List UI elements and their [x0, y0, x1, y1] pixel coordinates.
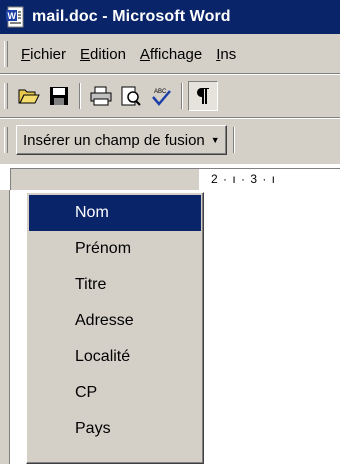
toolbar-grip[interactable] — [4, 83, 8, 109]
vertical-ruler — [0, 190, 10, 464]
menubar-grip[interactable] — [4, 41, 8, 67]
menu-fichier[interactable]: Fichier — [14, 46, 73, 63]
menu-affichage[interactable]: Affichage — [133, 46, 209, 63]
window-title: mail.doc - Microsoft Word — [32, 8, 231, 25]
horizontal-ruler[interactable]: 2 · ı · 3 · ı — [10, 168, 340, 190]
merge-field-localite[interactable]: Localité — [29, 339, 201, 375]
show-hide-paragraph-icon — [196, 88, 209, 104]
merge-field-dropdown: Nom Prénom Titre Adresse Localité CP Pay… — [26, 192, 204, 464]
toolbar-separator — [232, 127, 235, 153]
spelling-icon: ABC — [152, 89, 171, 106]
menu-bar: Fichier Edition Affichage Ins — [0, 36, 340, 72]
merge-field-titre[interactable]: Titre — [29, 267, 201, 303]
toolbar-separator — [79, 83, 81, 109]
merge-field-nom[interactable]: Nom — [29, 195, 201, 231]
ruler-ticks: 2 · ı · 3 · ı — [211, 172, 277, 186]
merge-field-pays[interactable]: Pays — [29, 411, 201, 447]
toolbar-grip[interactable] — [4, 127, 8, 153]
svg-text:W: W — [8, 11, 17, 21]
save-button[interactable] — [44, 81, 74, 111]
show-hide-paragraph-button[interactable] — [188, 81, 218, 111]
toolbar-separator — [181, 83, 183, 109]
print-preview-icon — [121, 86, 141, 106]
spelling-button[interactable]: ABC — [146, 81, 176, 111]
divider — [0, 73, 340, 75]
print-button[interactable] — [86, 81, 116, 111]
word-doc-icon: W — [6, 6, 24, 28]
merge-field-prenom[interactable]: Prénom — [29, 231, 201, 267]
divider — [0, 117, 340, 119]
insert-merge-field-label: Insérer un champ de fusion — [23, 131, 205, 149]
standard-toolbar: ABC — [0, 76, 340, 116]
print-icon — [90, 86, 112, 106]
chevron-down-icon: ▼ — [210, 135, 220, 145]
mail-merge-toolbar: Insérer un champ de fusion ▼ — [0, 120, 340, 160]
insert-merge-field-button[interactable]: Insérer un champ de fusion ▼ — [16, 125, 227, 155]
merge-field-adresse[interactable]: Adresse — [29, 303, 201, 339]
open-button[interactable] — [14, 81, 44, 111]
menu-insertion[interactable]: Ins — [209, 46, 243, 63]
open-icon — [18, 89, 40, 104]
merge-field-cp[interactable]: CP — [29, 375, 201, 411]
title-bar: W mail.doc - Microsoft Word — [0, 0, 340, 34]
print-preview-button[interactable] — [116, 81, 146, 111]
svg-text:ABC: ABC — [154, 89, 167, 95]
save-icon — [50, 87, 68, 105]
ruler-margin — [11, 169, 199, 190]
menu-edition[interactable]: Edition — [73, 46, 133, 63]
